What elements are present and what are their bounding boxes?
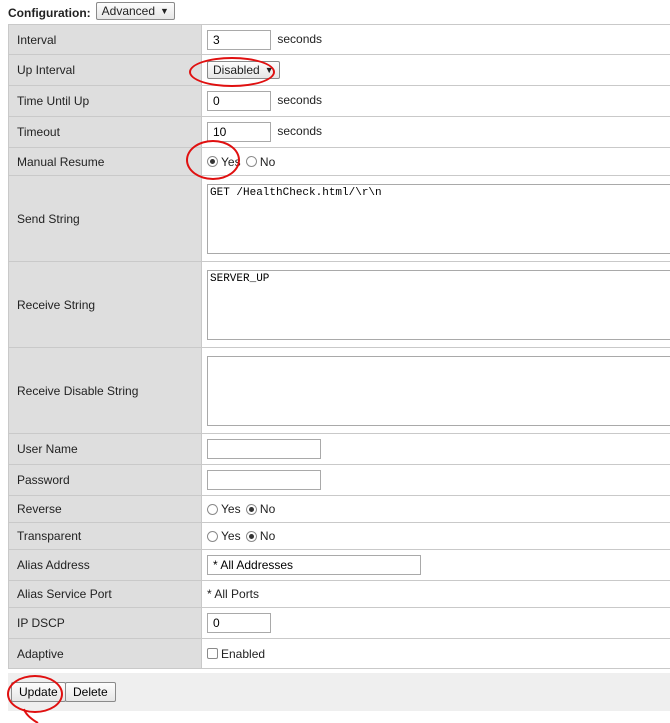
manual-resume-yes-radio[interactable] <box>207 156 218 168</box>
receive-string-textarea[interactable]: SERVER_UP <box>207 270 670 340</box>
configuration-mode-value: Advanced <box>101 4 156 18</box>
row-reverse: Reverse Yes No <box>8 495 670 523</box>
label-alias-service-port: Alias Service Port <box>8 580 202 608</box>
adaptive-enabled-label: Enabled <box>221 646 266 661</box>
label-transparent: Transparent <box>8 522 202 550</box>
interval-input[interactable] <box>207 29 271 50</box>
reverse-yes-label: Yes <box>221 502 241 517</box>
send-string-textarea[interactable]: GET /HealthCheck.html/\r\n <box>207 184 670 254</box>
label-interval: Interval <box>8 24 202 55</box>
row-timeout: Timeout seconds <box>8 116 670 148</box>
delete-button[interactable]: Delete <box>65 682 116 702</box>
reverse-yes-radio[interactable] <box>207 503 218 515</box>
row-alias-address: Alias Address <box>8 549 670 581</box>
label-time-until-up: Time Until Up <box>8 85 202 117</box>
password-input[interactable] <box>207 470 321 490</box>
row-receive-string: Receive String SERVER_UP <box>8 261 670 348</box>
ip-dscp-input[interactable] <box>207 613 271 633</box>
configuration-bar: Configuration: Advanced ▼ <box>8 0 175 22</box>
label-receive-disable-string: Receive Disable String <box>8 347 202 434</box>
label-receive-string: Receive String <box>8 261 202 348</box>
user-name-input[interactable] <box>207 439 321 459</box>
row-adaptive: Adaptive Enabled <box>8 638 670 669</box>
manual-resume-no-label: No <box>259 154 276 169</box>
row-receive-disable-string: Receive Disable String <box>8 347 670 434</box>
up-interval-value: Disabled <box>213 63 260 77</box>
alias-address-input[interactable] <box>207 555 421 575</box>
timeout-unit: seconds <box>277 124 323 139</box>
alias-service-port-value: * All Ports <box>201 580 670 608</box>
label-reverse: Reverse <box>8 495 202 523</box>
time-until-up-unit: seconds <box>277 93 323 108</box>
adaptive-enabled-checkbox[interactable] <box>207 648 218 660</box>
interval-unit: seconds <box>277 31 323 46</box>
update-button[interactable]: Update <box>11 682 66 702</box>
timeout-input[interactable] <box>207 122 271 142</box>
label-manual-resume: Manual Resume <box>8 147 202 176</box>
reverse-no-radio[interactable] <box>245 503 257 515</box>
row-interval: Interval seconds <box>8 24 670 55</box>
row-password: Password <box>8 464 670 496</box>
button-bar: Update Delete <box>8 673 670 711</box>
up-interval-select[interactable]: Disabled ▼ <box>207 61 280 79</box>
chevron-down-icon: ▼ <box>264 65 274 75</box>
monitor-properties-table: Interval seconds Up Interval Disabled ▼ … <box>8 24 670 669</box>
label-timeout: Timeout <box>8 116 202 148</box>
receive-disable-string-textarea[interactable] <box>207 356 670 426</box>
transparent-yes-radio[interactable] <box>207 530 218 542</box>
configuration-mode-select[interactable]: Advanced ▼ <box>95 2 175 20</box>
manual-resume-no-radio[interactable] <box>245 156 257 168</box>
transparent-no-radio[interactable] <box>245 530 257 542</box>
row-time-until-up: Time Until Up seconds <box>8 85 670 117</box>
configuration-label: Configuration: <box>8 6 91 20</box>
reverse-no-label: No <box>259 502 276 517</box>
chevron-down-icon: ▼ <box>160 6 169 16</box>
time-until-up-input[interactable] <box>207 91 271 111</box>
row-send-string: Send String GET /HealthCheck.html/\r\n <box>8 175 670 262</box>
transparent-no-label: No <box>259 529 276 544</box>
row-ip-dscp: IP DSCP <box>8 607 670 639</box>
row-manual-resume: Manual Resume Yes No <box>8 147 670 176</box>
label-adaptive: Adaptive <box>8 638 202 669</box>
label-alias-address: Alias Address <box>8 549 202 581</box>
row-user-name: User Name <box>8 433 670 465</box>
row-up-interval: Up Interval Disabled ▼ <box>8 54 670 86</box>
label-ip-dscp: IP DSCP <box>8 607 202 639</box>
row-transparent: Transparent Yes No <box>8 522 670 550</box>
manual-resume-yes-label: Yes <box>221 154 241 169</box>
label-up-interval: Up Interval <box>8 54 202 86</box>
label-password: Password <box>8 464 202 496</box>
label-send-string: Send String <box>8 175 202 262</box>
label-user-name: User Name <box>8 433 202 465</box>
row-alias-service-port: Alias Service Port * All Ports <box>8 580 670 608</box>
transparent-yes-label: Yes <box>221 529 241 544</box>
